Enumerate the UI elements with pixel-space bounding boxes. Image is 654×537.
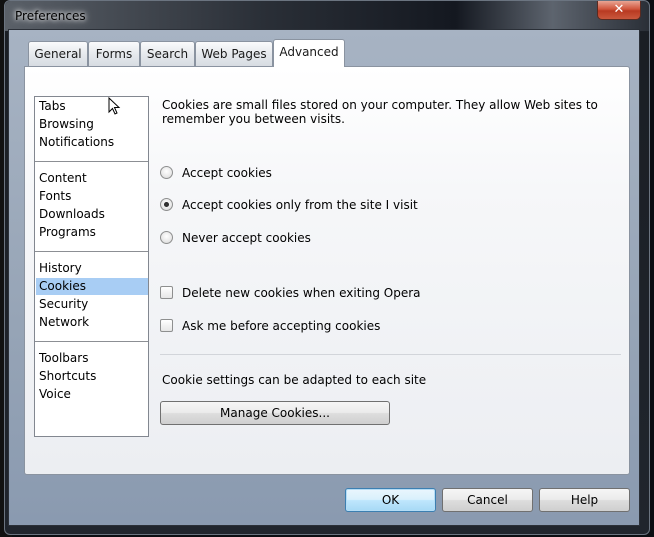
sidebar-item-downloads[interactable]: Downloads [36,206,148,223]
tab-forms[interactable]: Forms [88,41,140,66]
site-settings-note: Cookie settings can be adapted to each s… [162,373,427,387]
close-button[interactable]: ✕ [597,1,641,20]
sidebar-item-security[interactable]: Security [36,296,148,313]
cancel-button[interactable]: Cancel [442,488,533,512]
sidebar-item-programs[interactable]: Programs [36,224,148,241]
sidebar-item-browsing[interactable]: Browsing [36,116,148,133]
sidebar-divider [35,161,148,162]
tab-advanced[interactable]: Advanced [273,39,345,67]
radio-label: Never accept cookies [182,231,311,245]
sidebar-item-toolbars[interactable]: Toolbars [36,350,148,367]
window-title: Preferences [15,9,86,23]
cookies-description: Cookies are small files stored on your c… [162,98,598,126]
radio-button-selected[interactable] [160,198,173,211]
tab-web-pages[interactable]: Web Pages [195,41,273,66]
section-divider [160,354,621,355]
close-icon: ✕ [613,2,625,17]
sidebar-item-voice[interactable]: Voice [36,386,148,403]
title-bar[interactable]: Preferences ✕ [5,1,649,31]
checkbox-label: Ask me before accepting cookies [182,319,381,333]
sidebar-item-notifications[interactable]: Notifications [36,134,148,151]
help-button[interactable]: Help [539,488,630,512]
sidebar-item-cookies[interactable]: Cookies [36,278,148,295]
radio-label: Accept cookies only from the site I visi… [182,198,418,212]
radio-button[interactable] [160,166,173,179]
sidebar-divider [35,251,148,252]
sidebar-item-shortcuts[interactable]: Shortcuts [36,368,148,385]
manage-cookies-button[interactable]: Manage Cookies... [160,401,390,425]
ok-button[interactable]: OK [345,488,436,512]
radio-label: Accept cookies [182,166,272,180]
tab-general[interactable]: General [28,41,88,66]
tab-search[interactable]: Search [140,41,195,66]
sidebar-item-network[interactable]: Network [36,314,148,331]
sidebar-item-history[interactable]: History [36,260,148,277]
checkbox[interactable] [160,319,173,332]
tab-label: Forms [95,47,133,61]
tab-label: Advanced [279,45,339,59]
tab-label: General [34,47,82,61]
advanced-category-list[interactable]: Tabs Browsing Notifications Content Font… [34,96,149,437]
radio-button[interactable] [160,231,173,244]
tab-label: Search [146,47,189,61]
sidebar-item-content[interactable]: Content [36,170,148,187]
tab-label: Web Pages [201,47,267,61]
sidebar-item-fonts[interactable]: Fonts [36,188,148,205]
sidebar-divider [35,341,148,342]
sidebar-item-tabs[interactable]: Tabs [36,98,148,115]
checkbox-label: Delete new cookies when exiting Opera [182,286,421,300]
mouse-cursor-icon [108,97,121,115]
checkbox[interactable] [160,286,173,299]
